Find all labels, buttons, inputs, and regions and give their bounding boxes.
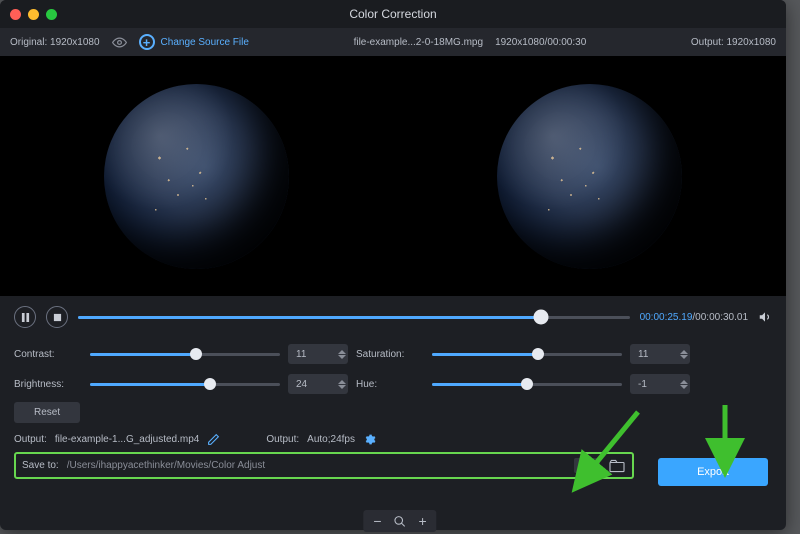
saturation-label: Saturation: xyxy=(356,349,424,360)
chevron-up-icon[interactable] xyxy=(338,350,346,354)
preview-area xyxy=(0,56,786,296)
contrast-label: Contrast: xyxy=(14,349,82,360)
eye-icon[interactable] xyxy=(112,35,127,50)
output-format-value: Auto;24fps xyxy=(307,434,355,445)
original-label: Original: 1920x1080 xyxy=(10,37,100,48)
titlebar: Color Correction xyxy=(0,0,786,28)
stop-button[interactable] xyxy=(46,306,68,328)
magnifier-icon[interactable] xyxy=(394,515,407,528)
preview-image xyxy=(104,84,289,269)
source-filename: file-example...2-0-18MG.mpg xyxy=(354,37,484,48)
output-filename: file-example-1...G_adjusted.mp4 xyxy=(55,434,200,445)
chevron-down-icon[interactable] xyxy=(338,385,346,389)
pause-button[interactable] xyxy=(14,306,36,328)
plus-icon: + xyxy=(139,34,155,50)
save-path: /Users/ihappyacethinker/Movies/Color Adj… xyxy=(67,460,567,471)
save-to-label: Save to: xyxy=(22,460,59,471)
output-format-label: Output: xyxy=(266,434,299,445)
chevron-down-icon[interactable] xyxy=(680,355,688,359)
preview-original xyxy=(0,56,393,296)
pencil-icon[interactable] xyxy=(207,433,220,446)
reset-button[interactable]: Reset xyxy=(14,402,80,423)
hue-stepper[interactable]: -1 xyxy=(630,374,690,394)
contrast-stepper[interactable]: 11 xyxy=(288,344,348,364)
brightness-slider[interactable] xyxy=(90,378,280,390)
info-bar: Original: 1920x1080 + Change Source File… xyxy=(0,28,786,56)
export-button[interactable]: Export xyxy=(658,458,768,486)
chevron-up-icon[interactable] xyxy=(680,380,688,384)
adjustment-controls: Contrast: 11 Saturation: 11 Brightness: … xyxy=(14,344,772,394)
hue-slider[interactable] xyxy=(432,378,622,390)
output-res-label: Output: 1920x1080 xyxy=(691,37,776,48)
output-file-label: Output: xyxy=(14,434,47,445)
zoom-in-button[interactable]: + xyxy=(419,513,427,529)
brightness-stepper[interactable]: 24 xyxy=(288,374,348,394)
browse-button[interactable]: ••• xyxy=(574,458,600,473)
brightness-label: Brightness: xyxy=(14,379,82,390)
zoom-out-button[interactable]: − xyxy=(373,513,381,529)
open-folder-icon[interactable] xyxy=(608,459,626,473)
save-to-row: Save to: /Users/ihappyacethinker/Movies/… xyxy=(14,452,634,479)
gear-icon[interactable] xyxy=(363,433,376,446)
preview-adjusted xyxy=(393,56,786,296)
contrast-slider[interactable] xyxy=(90,348,280,360)
time-display: 00:00:25.19/00:00:30.01 xyxy=(640,312,748,323)
window-title: Color Correction xyxy=(0,7,786,21)
chevron-down-icon[interactable] xyxy=(338,355,346,359)
change-source-label: Change Source File xyxy=(161,37,249,48)
output-file-row: Output: file-example-1...G_adjusted.mp4 … xyxy=(14,433,772,446)
zoom-controls: − + xyxy=(363,510,436,532)
timeline-slider[interactable] xyxy=(78,310,630,324)
saturation-stepper[interactable]: 11 xyxy=(630,344,690,364)
source-res-time: 1920x1080/00:00:30 xyxy=(495,37,586,48)
chevron-down-icon[interactable] xyxy=(680,385,688,389)
chevron-up-icon[interactable] xyxy=(680,350,688,354)
change-source-button[interactable]: + Change Source File xyxy=(139,34,249,50)
saturation-slider[interactable] xyxy=(432,348,622,360)
color-correction-window: Color Correction Original: 1920x1080 + C… xyxy=(0,0,786,530)
preview-image xyxy=(497,84,682,269)
chevron-up-icon[interactable] xyxy=(338,380,346,384)
volume-icon[interactable] xyxy=(758,310,772,324)
hue-label: Hue: xyxy=(356,379,424,390)
playback-row: 00:00:25.19/00:00:30.01 xyxy=(14,306,772,328)
